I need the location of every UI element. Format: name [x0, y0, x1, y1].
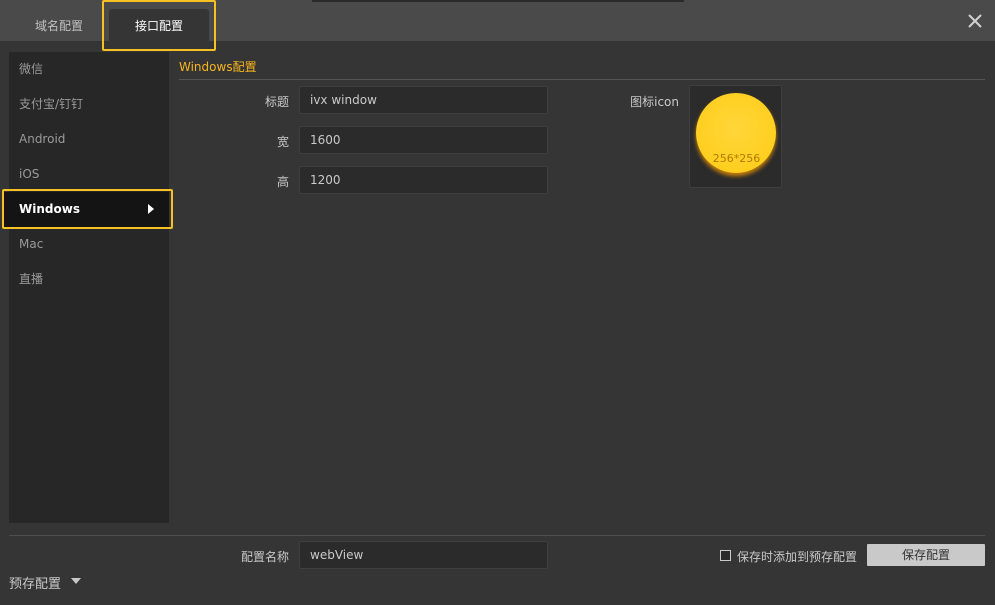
height-label: 高 [276, 175, 289, 189]
width-label: 宽 [276, 135, 289, 149]
section-title: Windows配置 [179, 60, 257, 74]
platform-sidebar: 微信 支付宝/钉钉 Android iOS Windows Mac 直播 [3, 52, 169, 523]
sidebar-item-wechat[interactable]: 微信 [9, 52, 169, 87]
divider [179, 79, 985, 80]
caret-right-icon [148, 204, 154, 214]
footer-divider [9, 535, 985, 536]
tab-domain-config[interactable]: 域名配置 [18, 9, 100, 41]
width-input[interactable] [299, 126, 548, 154]
save-config-button[interactable]: 保存配置 [867, 544, 985, 566]
title-label: 标题 [264, 95, 289, 109]
sidebar-item-label: Windows [19, 202, 80, 216]
sidebar-item-android[interactable]: Android [9, 122, 169, 157]
add-to-preset-checkbox[interactable] [720, 550, 731, 561]
sidebar-item-ios[interactable]: iOS [9, 157, 169, 192]
add-to-preset-label: 保存时添加到预存配置 [737, 550, 858, 564]
tab-api-config[interactable]: 接口配置 [109, 9, 209, 41]
preset-config-dropdown[interactable]: 预存配置 [9, 573, 61, 592]
title-input[interactable] [299, 86, 548, 114]
tab-bar: 域名配置 接口配置 [0, 0, 995, 41]
chevron-down-icon[interactable] [71, 578, 81, 584]
config-name-label: 配置名称 [240, 550, 289, 564]
icon-size-hint: 256*256 [712, 152, 761, 165]
sidebar-item-windows[interactable]: Windows [3, 192, 169, 227]
icon-upload[interactable]: 256*256 [689, 85, 782, 188]
height-input[interactable] [299, 166, 548, 194]
config-name-input[interactable] [299, 541, 548, 569]
sidebar-item-alipay-dingtalk[interactable]: 支付宝/钉钉 [9, 87, 169, 122]
window-drag-bar [312, 0, 684, 2]
close-icon[interactable] [965, 11, 985, 31]
sidebar-item-live[interactable]: 直播 [9, 262, 169, 297]
sidebar-item-mac[interactable]: Mac [9, 227, 169, 262]
icon-label: 图标icon [630, 95, 679, 109]
